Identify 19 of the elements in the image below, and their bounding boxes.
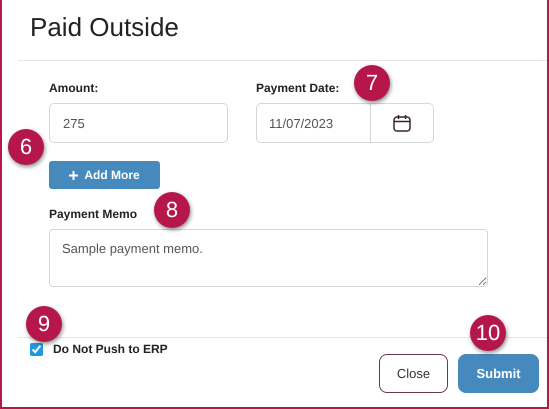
submit-button[interactable]: Submit	[458, 354, 539, 393]
callout-badge: 10	[470, 315, 506, 351]
close-button[interactable]: Close	[379, 354, 448, 393]
callout-badge: 8	[154, 192, 190, 228]
calendar-icon	[392, 113, 412, 133]
add-more-button[interactable]: Add More	[49, 161, 160, 189]
amount-field[interactable]: 275	[49, 103, 228, 143]
dialog-title: Paid Outside	[29, 11, 180, 44]
callout-badge: 6	[8, 129, 44, 165]
checkbox[interactable]	[30, 342, 43, 356]
date-field[interactable]: 11/07/2023	[256, 103, 434, 143]
checkbox-label: Do Not Push to ERP	[53, 342, 168, 356]
callout-badge: 7	[354, 65, 390, 101]
field-label: Payment Date:	[256, 81, 340, 95]
field-label: Amount:	[49, 81, 98, 95]
plus-icon	[69, 170, 78, 180]
memo-field[interactable]: Sample payment memo.	[49, 229, 488, 287]
callout-badge: 9	[26, 306, 62, 342]
field-label: Payment Memo	[49, 207, 138, 221]
